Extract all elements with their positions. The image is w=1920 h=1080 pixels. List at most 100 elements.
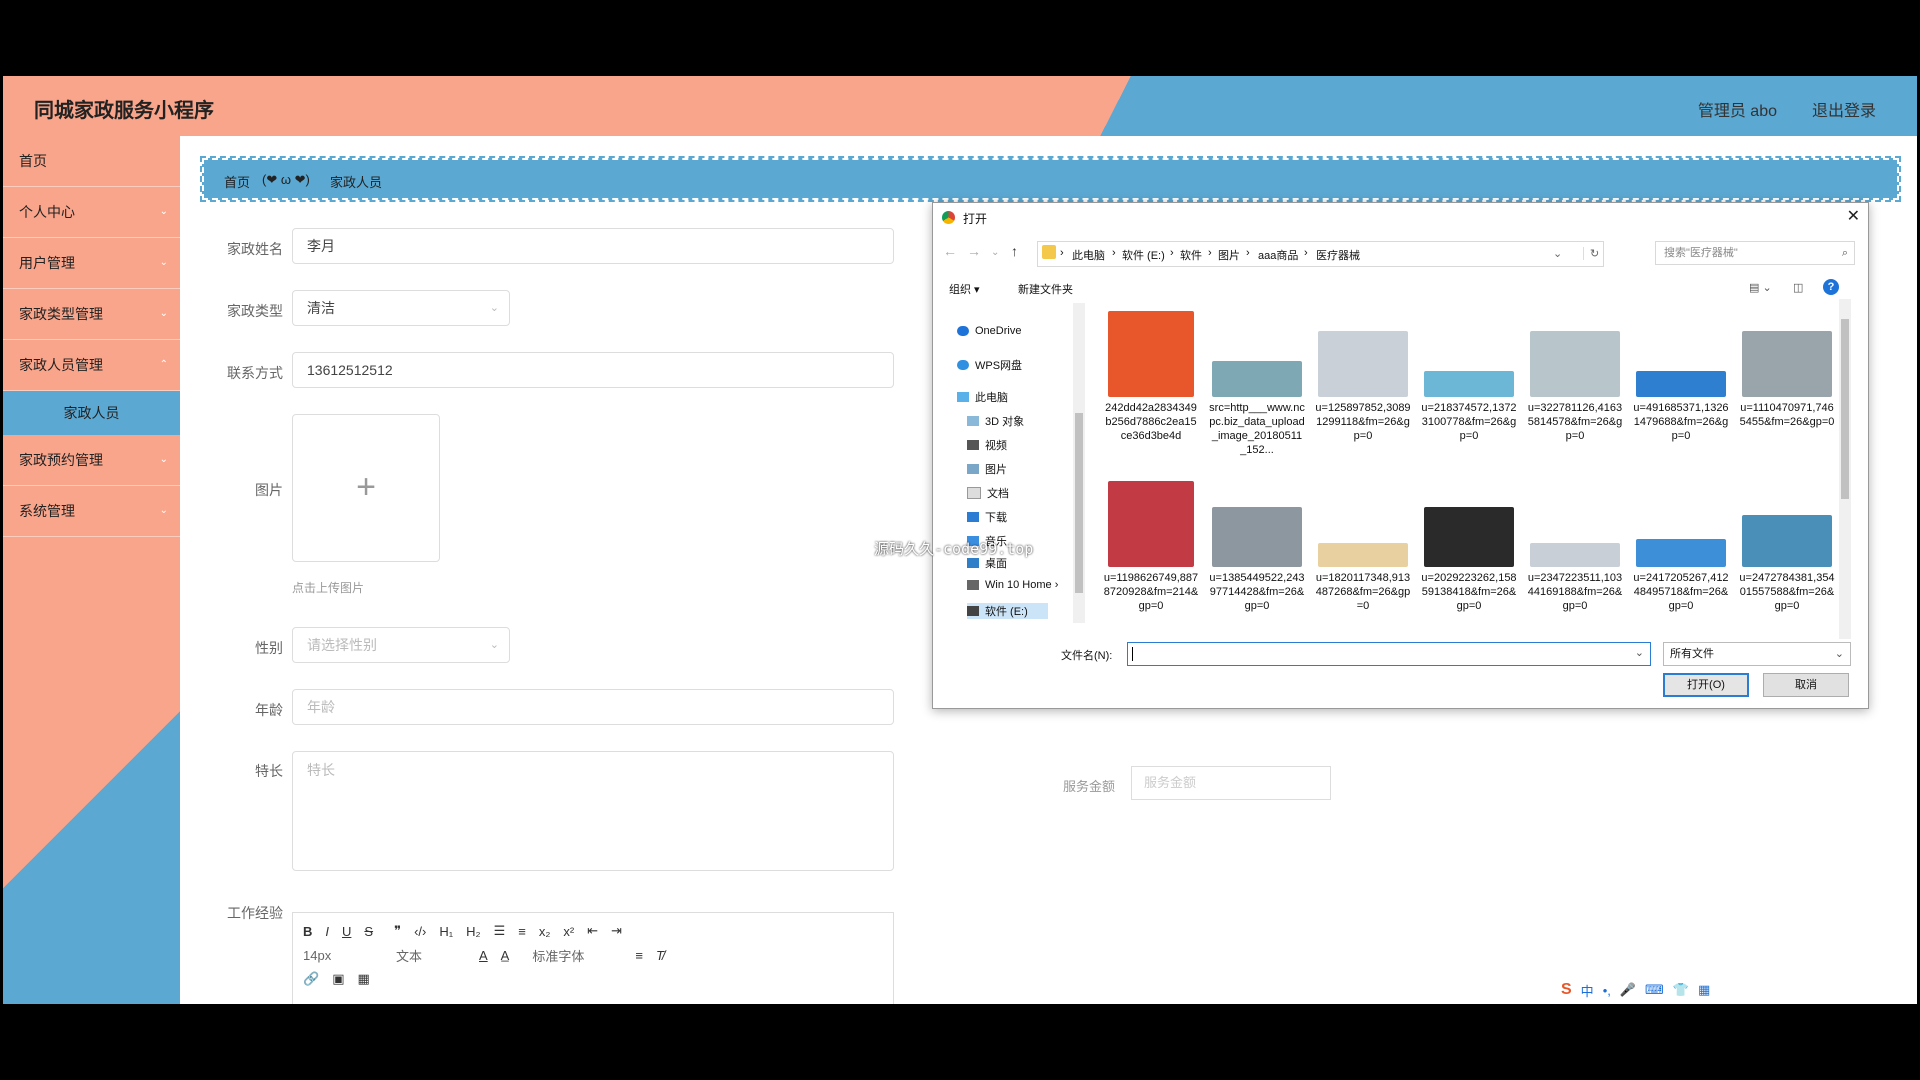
- file-item[interactable]: u=1110470971,7465455&fm=26&gp=0: [1739, 311, 1835, 443]
- file-item[interactable]: u=218374572,13723100778&fm=26&gp=0: [1421, 311, 1517, 443]
- fee-field[interactable]: 服务金额: [1131, 766, 1331, 800]
- file-item[interactable]: u=1820117348,913487268&fm=26&gp=0: [1315, 481, 1411, 613]
- organize-button[interactable]: 组织 ▾: [949, 281, 980, 297]
- chevron-down-icon[interactable]: ⌄: [1635, 646, 1644, 659]
- font-family-select[interactable]: 标准字体: [532, 946, 622, 965]
- nav-scrollbar-thumb[interactable]: [1075, 413, 1083, 593]
- filename-input[interactable]: ⌄: [1127, 642, 1651, 666]
- sidebar-item-users[interactable]: 用户管理 ⌄: [3, 238, 180, 289]
- clear-format-icon[interactable]: T̸: [656, 948, 664, 963]
- filetype-select[interactable]: 所有文件 ⌄: [1663, 642, 1851, 666]
- ordered-list-icon[interactable]: ☰: [494, 923, 506, 939]
- align-icon[interactable]: ≡: [635, 948, 643, 963]
- sidebar-item-home[interactable]: 首页: [3, 136, 180, 187]
- path-segment[interactable]: 软件 (E:): [1122, 247, 1165, 263]
- toolbox-icon[interactable]: ▦: [1698, 982, 1710, 998]
- experience-editor[interactable]: B I U S ❞ ‹/› H₁ H₂ ☰ ≡ x₂ x² ⇤ ⇥ 14px 文…: [292, 912, 894, 1004]
- gender-select[interactable]: 请选择性别 ⌄: [292, 627, 510, 663]
- path-segment[interactable]: 图片: [1218, 247, 1240, 263]
- file-item[interactable]: u=2472784381,35401557588&fm=26&gp=0: [1739, 481, 1835, 613]
- back-arrow-icon[interactable]: ←: [943, 243, 957, 259]
- tree-item-this-pc[interactable]: 此电脑: [957, 389, 1008, 405]
- file-item[interactable]: u=2029223262,15859138418&fm=26&gp=0: [1421, 481, 1517, 613]
- punctuation-icon[interactable]: •,: [1603, 983, 1611, 998]
- tree-item-documents[interactable]: 文档: [967, 485, 1009, 501]
- file-item[interactable]: 242dd42a2834349b256d7886c2ea15ce36d3be4d: [1103, 311, 1199, 457]
- path-segment[interactable]: 医疗器械: [1316, 247, 1360, 263]
- up-arrow-icon[interactable]: ↑: [1011, 243, 1018, 259]
- new-folder-button[interactable]: 新建文件夹: [1018, 281, 1073, 297]
- recent-dropdown-icon[interactable]: ⌄: [991, 247, 999, 258]
- text-type-select[interactable]: 文本: [396, 946, 466, 965]
- strike-icon[interactable]: S: [364, 924, 373, 939]
- link-icon[interactable]: 🔗: [303, 971, 319, 987]
- tree-item-wps[interactable]: WPS网盘: [957, 357, 1022, 373]
- video-icon[interactable]: ▦: [357, 971, 369, 987]
- tree-item-3d[interactable]: 3D 对象: [967, 413, 1024, 429]
- ime-toolbar[interactable]: S 中 •, 🎤 ⌨ 👕 ▦: [1561, 979, 1719, 1001]
- breadcrumb-home[interactable]: 首页: [224, 172, 250, 191]
- skin-icon[interactable]: 👕: [1673, 982, 1689, 998]
- file-item[interactable]: src=http___www.ncpc.biz_data_upload_imag…: [1209, 311, 1305, 457]
- forward-arrow-icon[interactable]: →: [967, 243, 981, 259]
- tree-item-onedrive[interactable]: OneDrive: [957, 325, 1021, 337]
- path-segment[interactable]: 此电脑: [1072, 247, 1105, 263]
- sidebar-item-profile[interactable]: 个人中心 ⌄: [3, 187, 180, 238]
- help-icon[interactable]: ?: [1823, 279, 1839, 295]
- file-item[interactable]: u=491685371,13261479688&fm=26&gp=0: [1633, 311, 1729, 443]
- chevron-down-icon[interactable]: ⌄: [1553, 247, 1562, 260]
- sidebar-item-service-type[interactable]: 家政类型管理 ⌄: [3, 289, 180, 340]
- phone-field[interactable]: 13612512512: [292, 352, 894, 388]
- tree-item-pictures[interactable]: 图片: [967, 461, 1007, 477]
- sidebar-item-staff-mgmt[interactable]: 家政人员管理 ⌃: [3, 340, 180, 391]
- background-color-icon[interactable]: A̲: [501, 948, 510, 963]
- skill-textarea[interactable]: 特长: [292, 751, 894, 871]
- image-upload[interactable]: +: [292, 414, 440, 562]
- path-segment[interactable]: aaa商品: [1258, 247, 1298, 263]
- tree-item-videos[interactable]: 视频: [967, 437, 1007, 453]
- file-grid-scrollbar[interactable]: [1839, 299, 1851, 639]
- sidebar-item-booking[interactable]: 家政预约管理 ⌄: [3, 435, 180, 486]
- underline-icon[interactable]: U: [342, 924, 351, 939]
- open-button[interactable]: 打开(O): [1663, 673, 1749, 697]
- sidebar-subitem-staff[interactable]: 家政人员: [3, 391, 180, 435]
- italic-icon[interactable]: I: [325, 924, 329, 939]
- code-icon[interactable]: ‹/›: [414, 924, 426, 939]
- font-size-select[interactable]: 14px: [303, 948, 383, 963]
- path-segment[interactable]: 软件: [1180, 247, 1202, 263]
- outdent-icon[interactable]: ⇤: [587, 923, 598, 939]
- type-select[interactable]: 清洁 ⌄: [292, 290, 510, 326]
- close-icon[interactable]: ✕: [1847, 206, 1860, 226]
- view-options-icon[interactable]: ▤ ⌄: [1749, 281, 1772, 294]
- refresh-icon[interactable]: ↻: [1583, 247, 1599, 260]
- file-item[interactable]: u=1385449522,24397714428&fm=26&gp=0: [1209, 481, 1305, 613]
- file-item[interactable]: u=125897852,30891299118&fm=26&gp=0: [1315, 311, 1411, 443]
- address-bar[interactable]: › 此电脑 › 软件 (E:) › 软件 › 图片 › aaa商品 › 医疗器械…: [1037, 241, 1604, 267]
- microphone-icon[interactable]: 🎤: [1620, 982, 1636, 998]
- tree-item-software-drive[interactable]: 软件 (E:): [967, 603, 1048, 619]
- nav-scrollbar[interactable]: [1073, 303, 1085, 623]
- file-item[interactable]: u=322781126,41635814578&fm=26&gp=0: [1527, 311, 1623, 443]
- file-item[interactable]: u=2417205267,41248495718&fm=26&gp=0: [1633, 481, 1729, 613]
- keyboard-icon[interactable]: ⌨: [1645, 982, 1664, 998]
- bullet-list-icon[interactable]: ≡: [518, 924, 526, 939]
- heading1-icon[interactable]: H₁: [439, 924, 453, 939]
- file-grid-scrollbar-thumb[interactable]: [1841, 319, 1849, 499]
- font-color-icon[interactable]: A: [479, 948, 488, 963]
- bold-icon[interactable]: B: [303, 924, 312, 939]
- tree-item-downloads[interactable]: 下载: [967, 509, 1007, 525]
- file-item[interactable]: u=2347223511,10344169188&fm=26&gp=0: [1527, 481, 1623, 613]
- search-input[interactable]: 搜索"医疗器械" ⌕: [1655, 241, 1855, 265]
- quote-icon[interactable]: ❞: [394, 923, 401, 939]
- preview-pane-icon[interactable]: ◫: [1793, 281, 1803, 294]
- indent-icon[interactable]: ⇥: [611, 923, 622, 939]
- heading2-icon[interactable]: H₂: [466, 924, 480, 939]
- tree-item-win10[interactable]: Win 10 Home ›: [967, 579, 1058, 591]
- name-field[interactable]: 李月: [292, 228, 894, 264]
- age-field[interactable]: 年龄: [292, 689, 894, 725]
- ime-mode[interactable]: 中: [1581, 981, 1594, 1000]
- subscript-icon[interactable]: x₂: [539, 924, 551, 939]
- sidebar-item-system[interactable]: 系统管理 ⌄: [3, 486, 180, 537]
- superscript-icon[interactable]: x²: [563, 924, 574, 939]
- file-item[interactable]: u=1198626749,8878720928&fm=214&gp=0: [1103, 481, 1199, 613]
